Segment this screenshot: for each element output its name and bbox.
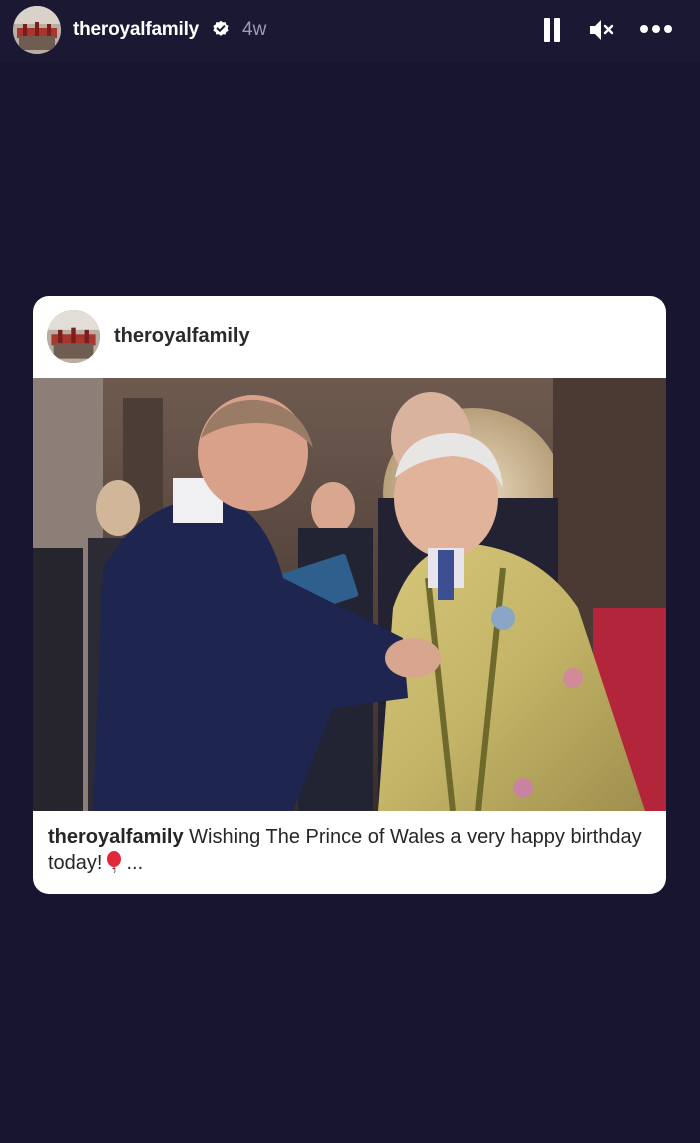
shared-post-card[interactable]: theroyalfamily theroyalfamily Wishing Th…	[33, 296, 666, 894]
more-options-button[interactable]	[638, 20, 674, 40]
photo-image	[33, 378, 666, 811]
red-balloon-emoji	[107, 851, 122, 873]
speaker-muted-icon	[590, 20, 614, 40]
pause-icon	[554, 18, 560, 42]
story-username[interactable]: theroyalfamily	[73, 19, 199, 41]
post-username[interactable]: theroyalfamily	[114, 325, 250, 348]
caption-username[interactable]: theroyalfamily	[48, 826, 184, 848]
more-horizontal-icon	[640, 25, 648, 33]
story-avatar[interactable]	[13, 6, 61, 54]
avatar-image	[13, 6, 61, 54]
post-photo[interactable]	[33, 378, 666, 811]
caption-more[interactable]: ...	[126, 852, 143, 874]
more-horizontal-icon	[652, 25, 660, 33]
post-caption: theroyalfamily Wishing The Prince of Wal…	[48, 824, 653, 876]
avatar-image	[47, 310, 100, 363]
post-avatar[interactable]	[47, 310, 100, 363]
story-header: theroyalfamily 4w	[0, 0, 700, 62]
pause-icon	[544, 18, 550, 42]
pause-button[interactable]	[541, 18, 563, 42]
mute-button[interactable]	[588, 17, 616, 43]
story-timestamp: 4w	[242, 19, 267, 40]
post-header: theroyalfamily	[33, 296, 666, 378]
verified-badge-icon	[213, 20, 229, 36]
more-horizontal-icon	[664, 25, 672, 33]
